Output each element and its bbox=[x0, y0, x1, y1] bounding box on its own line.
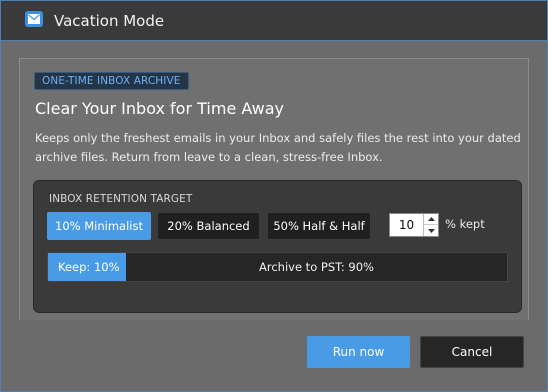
title-bar: Vacation Mode bbox=[1, 1, 547, 41]
chevron-down-icon bbox=[427, 228, 435, 233]
chevron-up-icon bbox=[427, 217, 435, 221]
archive-segment: Archive to PST: 90% bbox=[259, 260, 374, 274]
stepper-buttons bbox=[423, 214, 438, 236]
percent-value[interactable]: 10 bbox=[390, 214, 423, 236]
increment-button[interactable] bbox=[424, 214, 438, 225]
archive-badge: ONE-TIME INBOX ARCHIVE bbox=[34, 72, 189, 90]
option-10-minimalist[interactable]: 10% Minimalist bbox=[47, 212, 151, 240]
retention-label: INBOX RETENTION TARGET bbox=[49, 193, 193, 205]
keep-segment: Keep: 10% bbox=[48, 253, 126, 281]
option-20-balanced[interactable]: 20% Balanced bbox=[157, 212, 260, 240]
run-now-button[interactable]: Run now bbox=[307, 336, 410, 368]
retention-panel: INBOX RETENTION TARGET 10% Minimalist 20… bbox=[33, 180, 522, 313]
percent-unit-label: % kept bbox=[445, 217, 485, 231]
page-title: Clear Your Inbox for Time Away bbox=[35, 99, 285, 118]
vacation-mode-window: Vacation Mode ONE-TIME INBOX ARCHIVE Cle… bbox=[0, 0, 548, 392]
description: Keeps only the freshest emails in your I… bbox=[35, 131, 521, 164]
cancel-button[interactable]: Cancel bbox=[420, 336, 524, 368]
decrement-button[interactable] bbox=[424, 225, 438, 236]
dialog-content: ONE-TIME INBOX ARCHIVE Clear Your Inbox … bbox=[19, 58, 529, 320]
option-50-half-half[interactable]: 50% Half & Half bbox=[267, 212, 371, 240]
retention-bar: Keep: 10% Archive to PST: 90% bbox=[47, 252, 508, 282]
percent-stepper[interactable]: 10 bbox=[389, 213, 439, 237]
mail-icon bbox=[25, 11, 43, 27]
window-title: Vacation Mode bbox=[54, 12, 165, 30]
